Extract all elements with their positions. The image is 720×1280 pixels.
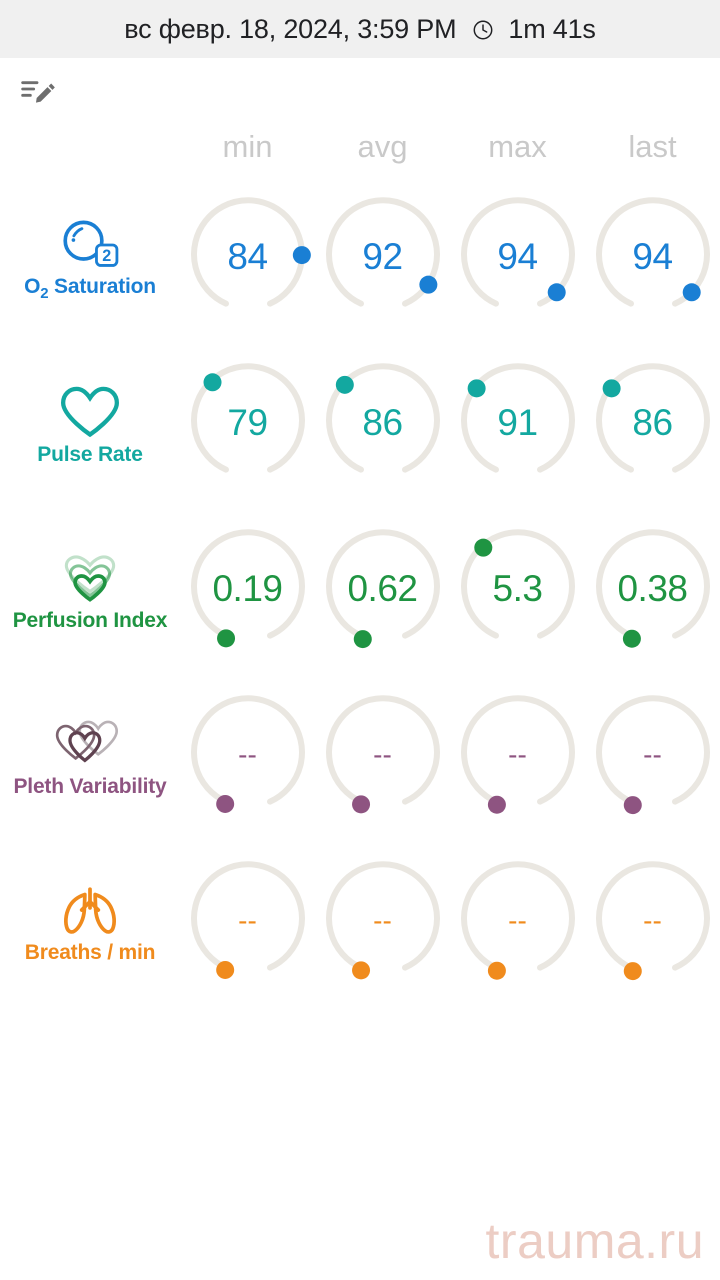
gauge-cell-avg[interactable]: 86 [315, 340, 450, 506]
triple-heart-icon [54, 545, 126, 607]
gauge-value: -- [508, 905, 527, 936]
metric-row-pleth-variability[interactable]: Pleth Variability -- -- -- -- [0, 672, 720, 838]
gauge-cell-last[interactable]: 94 [585, 174, 720, 340]
gauge-value: 0.38 [617, 568, 688, 609]
gauge-o2-max: 94 [458, 197, 578, 317]
gauge-pulse-max: 91 [458, 363, 578, 483]
overlapping-hearts-icon [51, 711, 129, 773]
metric-label-o2-saturation: 2 O2 Saturation [0, 211, 180, 303]
gauge-value: -- [373, 905, 392, 936]
metric-name: Pleth Variability [13, 775, 167, 798]
column-header-label: min [222, 129, 273, 164]
gauge-value: 92 [362, 236, 403, 277]
metric-row-pulse-rate[interactable]: Pulse Rate 79 86 91 86 [0, 340, 720, 506]
session-header: вс февр. 18, 2024, 3:59 PM 1m 41s [0, 0, 720, 58]
gauge-cell-max[interactable]: -- [450, 838, 585, 1004]
gauge-cell-max[interactable]: -- [450, 672, 585, 838]
metric-name: O2 Saturation [24, 275, 156, 303]
metric-name: Perfusion Index [12, 609, 168, 632]
column-header-min: min [180, 129, 315, 165]
gauge-value: 84 [227, 236, 268, 277]
gauge-cell-last[interactable]: -- [585, 838, 720, 1004]
gauge-breaths-avg: -- [323, 861, 443, 981]
gauge-perfusion-max: 5.3 [458, 529, 578, 649]
gauge-o2-avg: 92 [323, 197, 443, 317]
gauge-cell-max[interactable]: 91 [450, 340, 585, 506]
gauge-cell-last[interactable]: 86 [585, 340, 720, 506]
clock-icon [472, 19, 494, 41]
gauge-cell-max[interactable]: 5.3 [450, 506, 585, 672]
gauge-perfusion-avg: 0.62 [323, 529, 443, 649]
gauge-pulse-last: 86 [593, 363, 713, 483]
metric-label-pleth-variability: Pleth Variability [0, 711, 180, 799]
metric-row-o2-saturation[interactable]: 2 O2 Saturation 84 92 94 94 [0, 174, 720, 340]
gauge-pleth-max: -- [458, 695, 578, 815]
column-header-last: last [585, 129, 720, 165]
metric-row-perfusion-index[interactable]: Perfusion Index 0.19 0.62 5.3 0.38 [0, 506, 720, 672]
metric-name: Pulse Rate [37, 443, 143, 466]
gauge-cell-min[interactable]: 84 [180, 174, 315, 340]
gauge-value: -- [238, 905, 257, 936]
gauge-cell-min[interactable]: 79 [180, 340, 315, 506]
gauge-o2-last: 94 [593, 197, 713, 317]
gauge-pleth-last: -- [593, 695, 713, 815]
gauge-pulse-avg: 86 [323, 363, 443, 483]
lungs-icon [57, 877, 123, 939]
gauge-cell-avg[interactable]: -- [315, 838, 450, 1004]
column-header-label: max [488, 129, 547, 164]
column-header-label: last [628, 129, 677, 164]
gauge-value: -- [508, 739, 527, 770]
gauge-breaths-last: -- [593, 861, 713, 981]
gauge-perfusion-last: 0.38 [593, 529, 713, 649]
svg-text:2: 2 [102, 248, 111, 266]
gauge-cell-avg[interactable]: 0.62 [315, 506, 450, 672]
gauge-cell-last[interactable]: -- [585, 672, 720, 838]
gauge-value: 0.19 [212, 568, 283, 609]
watermark: trauma.ru [485, 1213, 704, 1269]
gauge-cell-min[interactable]: -- [180, 672, 315, 838]
column-header-label: avg [357, 129, 408, 164]
metric-label-pulse-rate: Pulse Rate [0, 379, 180, 467]
gauge-cell-min[interactable]: -- [180, 838, 315, 1004]
gauge-value: -- [643, 739, 662, 770]
gauge-value: 79 [227, 402, 268, 443]
gauge-pleth-avg: -- [323, 695, 443, 815]
gauge-value: -- [238, 739, 257, 770]
gauge-value: 91 [497, 402, 538, 443]
gauge-cell-max[interactable]: 94 [450, 174, 585, 340]
gauge-perfusion-min: 0.19 [188, 529, 308, 649]
edit-note-icon[interactable] [16, 69, 56, 109]
column-header-max: max [450, 129, 585, 165]
metric-label-perfusion-index: Perfusion Index [0, 545, 180, 633]
gauge-value: 0.62 [347, 568, 418, 609]
gauge-breaths-min: -- [188, 861, 308, 981]
gauge-value: 94 [497, 236, 538, 277]
gauge-o2-min: 84 [188, 197, 311, 317]
metric-name: Breaths / min [24, 941, 156, 964]
gauge-cell-avg[interactable]: 92 [315, 174, 450, 340]
gauge-pulse-min: 79 [188, 363, 308, 483]
gauge-cell-min[interactable]: 0.19 [180, 506, 315, 672]
gauge-cell-avg[interactable]: -- [315, 672, 450, 838]
column-header-avg: avg [315, 129, 450, 165]
gauge-cell-last[interactable]: 0.38 [585, 506, 720, 672]
gauge-value: 86 [362, 402, 403, 443]
gauge-value: 5.3 [492, 568, 543, 609]
toolbar [0, 58, 720, 120]
session-duration: 1m 41s [508, 13, 596, 44]
metric-label-breaths-per-min: Breaths / min [0, 877, 180, 965]
gauge-pleth-min: -- [188, 695, 308, 815]
o2-bubble-icon: 2 [57, 211, 123, 273]
session-datetime: вс февр. 18, 2024, 3:59 PM [124, 13, 457, 44]
gauge-value: -- [643, 905, 662, 936]
gauge-value: 86 [632, 402, 673, 443]
gauge-breaths-max: -- [458, 861, 578, 981]
heart-outline-icon [57, 379, 123, 441]
gauge-value: -- [373, 739, 392, 770]
vitals-table: min avg max last 2 O2 Saturation 84 92 9… [0, 120, 720, 1004]
gauge-value: 94 [632, 236, 673, 277]
metric-row-breaths-per-min[interactable]: Breaths / min -- -- -- -- [0, 838, 720, 1004]
column-header-row: min avg max last [0, 120, 720, 174]
